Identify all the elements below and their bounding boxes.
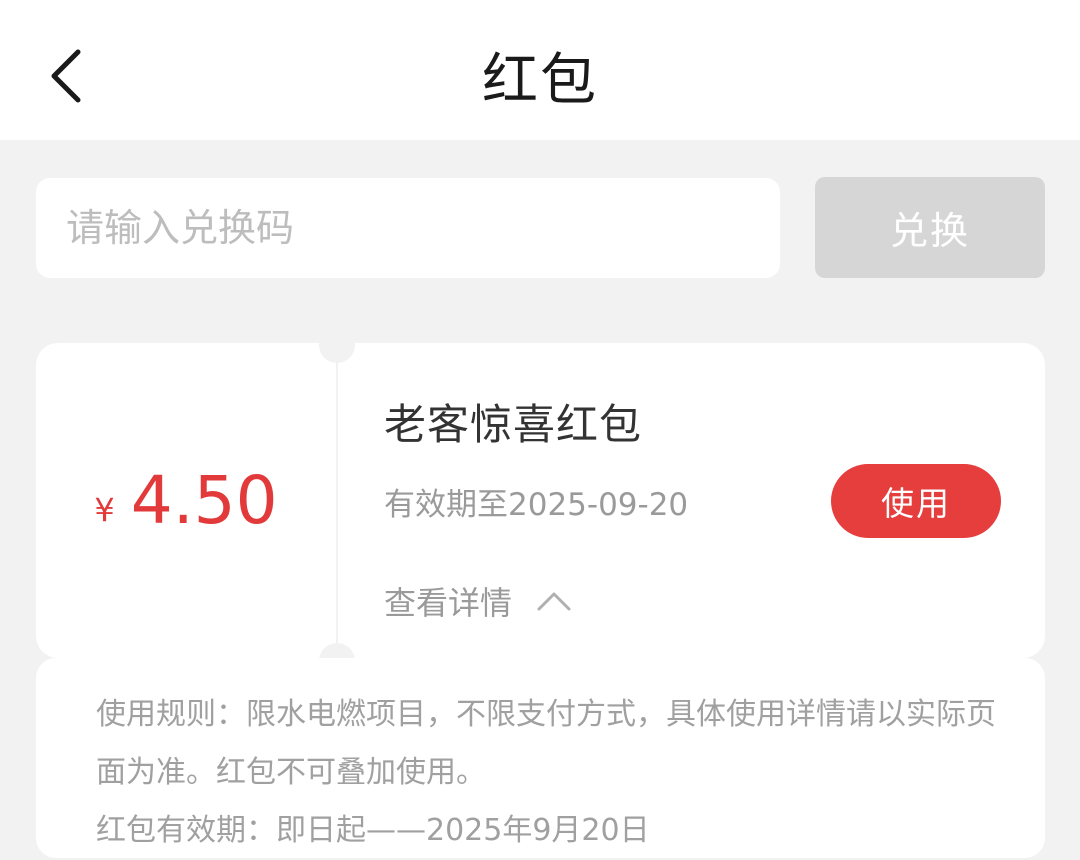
chevron-up-icon xyxy=(537,592,571,611)
coupon-amount: ¥ 4.50 xyxy=(36,343,336,658)
usage-rules-text: 使用规则：限水电燃项目，不限支付方式，具体使用详情请以实际页面为准。红包不可叠加… xyxy=(96,697,996,790)
coupon-amount-panel: ¥ 4.50 xyxy=(36,343,336,658)
page-title: 红包 xyxy=(482,47,598,113)
view-details-toggle[interactable]: 查看详情 xyxy=(384,579,572,623)
coupon-notch-top xyxy=(319,327,355,363)
coupon-validity: 有效期至2025-09-20 xyxy=(384,487,689,523)
coupon-info-panel: 老客惊喜红包 有效期至2025-09-20 使用 查看详情 xyxy=(338,343,1045,658)
use-coupon-button[interactable]: 使用 xyxy=(831,464,1001,538)
amount-value: 4.50 xyxy=(130,462,278,539)
currency-symbol: ¥ xyxy=(94,490,115,529)
view-details-label: 查看详情 xyxy=(384,584,513,622)
redeem-button[interactable]: 兑换 xyxy=(815,177,1045,278)
redeem-code-input[interactable] xyxy=(36,178,780,278)
rules-text-block: 使用规则：限水电燃项目，不限支付方式，具体使用详情请以实际页面为准。红包不可叠加… xyxy=(96,686,996,860)
header-bar: 红包 xyxy=(0,0,1080,140)
validity-period-text: 红包有效期：即日起——2025年9月20日 xyxy=(96,813,650,848)
coupon-rules-card: 使用规则：限水电燃项目，不限支付方式，具体使用详情请以实际页面为准。红包不可叠加… xyxy=(36,658,1045,858)
coupon-title: 老客惊喜红包 xyxy=(384,400,643,449)
